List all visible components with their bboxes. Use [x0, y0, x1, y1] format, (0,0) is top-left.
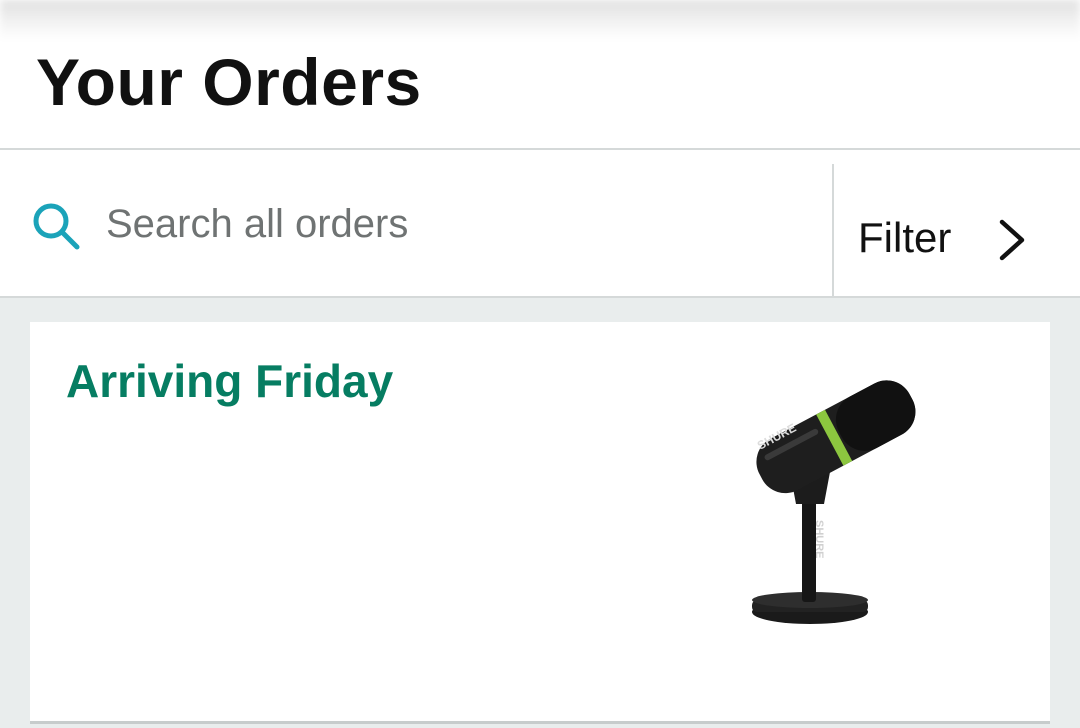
top-shadow: [0, 0, 1080, 40]
search-input[interactable]: [106, 194, 806, 254]
search-icon[interactable]: [28, 198, 84, 254]
chevron-right-icon: [999, 219, 1025, 261]
orders-page: Your Orders Filter Arriving Friday: [0, 0, 1080, 728]
microphone-product-image[interactable]: SHURE SHURE: [720, 362, 940, 632]
search-filter-divider: [832, 164, 834, 308]
svg-text:SHURE: SHURE: [813, 520, 825, 559]
page-title: Your Orders: [36, 45, 422, 119]
filter-label: Filter: [858, 214, 952, 261]
orders-list: Arriving Friday SHURE SHURE: [0, 298, 1080, 728]
filter-button[interactable]: Filter: [836, 150, 1080, 296]
order-card[interactable]: Arriving Friday SHURE SHURE: [30, 322, 1050, 724]
search-bar: Filter: [0, 148, 1080, 308]
delivery-status: Arriving Friday: [66, 355, 394, 407]
